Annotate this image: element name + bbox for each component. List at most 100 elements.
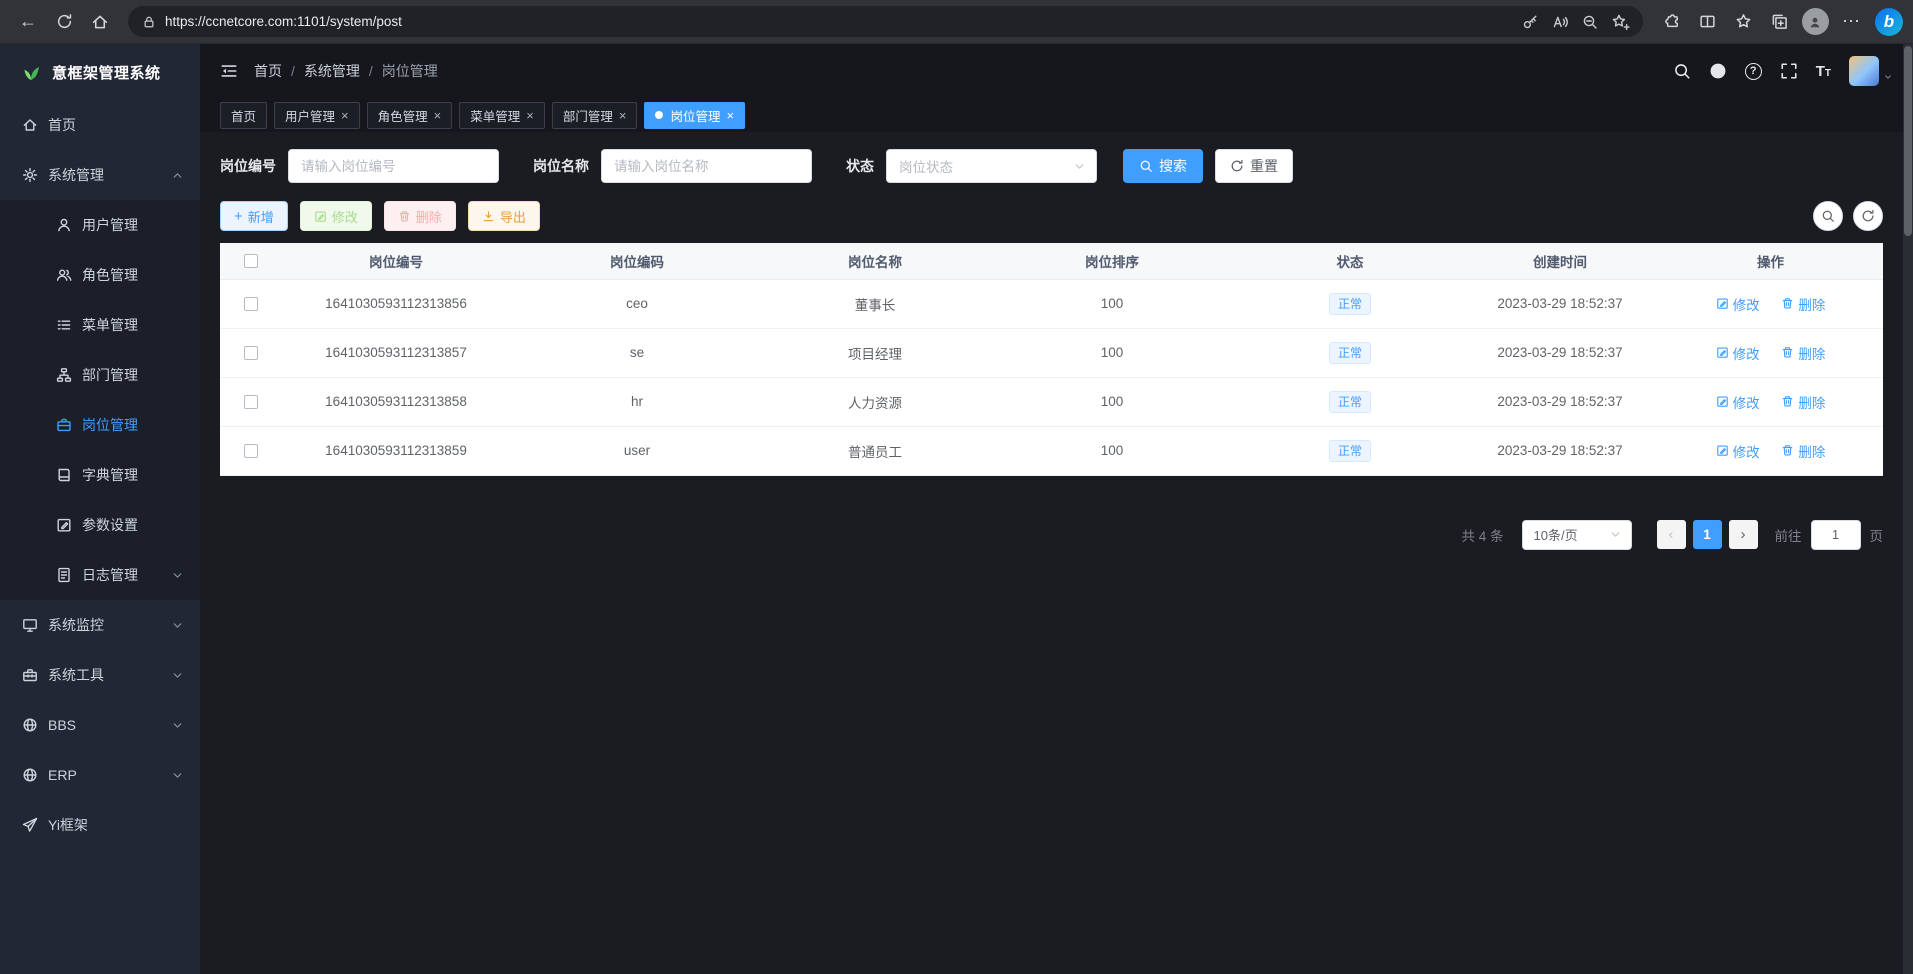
split-screen-button[interactable] bbox=[1689, 4, 1725, 40]
sidebar-item-posts[interactable]: 岗位管理 bbox=[0, 400, 200, 450]
tab-departments[interactable]: 部门管理 × bbox=[552, 102, 638, 129]
cell-created-time: 2023-03-29 18:52:37 bbox=[1462, 328, 1658, 377]
row-checkbox[interactable] bbox=[244, 444, 258, 458]
post-code-input[interactable] bbox=[288, 149, 499, 183]
bing-icon: b bbox=[1884, 12, 1894, 32]
row-delete-link[interactable]: 删除 bbox=[1781, 294, 1825, 314]
row-delete-link[interactable]: 删除 bbox=[1781, 441, 1825, 461]
sidebar: 意框架管理系统 首页 系统管理 用户管理 角色管理 bbox=[0, 44, 200, 974]
password-key-button[interactable] bbox=[1515, 7, 1545, 37]
toggle-search-button[interactable] bbox=[1813, 201, 1843, 231]
edit-icon bbox=[314, 210, 327, 223]
sidebar-toggle-button[interactable] bbox=[220, 62, 238, 80]
fullscreen-icon[interactable] bbox=[1780, 62, 1798, 80]
row-edit-link[interactable]: 修改 bbox=[1716, 343, 1760, 363]
sidebar-item-departments[interactable]: 部门管理 bbox=[0, 350, 200, 400]
bing-button[interactable]: b bbox=[1875, 8, 1903, 36]
extensions-button[interactable] bbox=[1653, 4, 1689, 40]
breadcrumb-home[interactable]: 首页 bbox=[254, 61, 282, 81]
row-edit-link[interactable]: 修改 bbox=[1716, 294, 1760, 314]
collections-button[interactable] bbox=[1761, 4, 1797, 40]
row-checkbox[interactable] bbox=[244, 297, 258, 311]
cell-post-sort: 100 bbox=[986, 377, 1238, 426]
browser-refresh-button[interactable] bbox=[46, 4, 82, 40]
breadcrumb-system[interactable]: 系统管理 bbox=[304, 61, 360, 81]
tab-users[interactable]: 用户管理 × bbox=[274, 102, 360, 129]
close-icon[interactable]: × bbox=[434, 109, 442, 122]
sidebar-item-tools[interactable]: 系统工具 bbox=[0, 650, 200, 700]
sidebar-item-home[interactable]: 首页 bbox=[0, 100, 200, 150]
row-checkbox[interactable] bbox=[244, 395, 258, 409]
sidebar-item-label: 菜单管理 bbox=[82, 315, 184, 335]
sidebar-item-roles[interactable]: 角色管理 bbox=[0, 250, 200, 300]
row-delete-link[interactable]: 删除 bbox=[1781, 343, 1825, 363]
read-aloud-button[interactable] bbox=[1545, 7, 1575, 37]
reset-button[interactable]: 重置 bbox=[1215, 149, 1293, 183]
github-icon[interactable] bbox=[1709, 62, 1727, 80]
goto-page-input[interactable] bbox=[1811, 520, 1861, 550]
browser-profile-button[interactable] bbox=[1797, 4, 1833, 40]
refresh-icon bbox=[56, 13, 73, 30]
tab-home[interactable]: 首页 bbox=[220, 102, 267, 129]
tab-roles[interactable]: 角色管理 × bbox=[367, 102, 453, 129]
delete-button[interactable]: 删除 bbox=[384, 201, 456, 231]
browser-back-button[interactable]: ← bbox=[10, 4, 46, 40]
favorites-button[interactable] bbox=[1725, 4, 1761, 40]
row-delete-link[interactable]: 删除 bbox=[1781, 392, 1825, 412]
page-size-select[interactable]: 10条/页 bbox=[1522, 520, 1632, 550]
sidebar-item-logs[interactable]: 日志管理 bbox=[0, 550, 200, 600]
help-icon[interactable]: ? bbox=[1745, 63, 1762, 80]
sidebar-item-bbs[interactable]: BBS bbox=[0, 700, 200, 750]
browser-menu-button[interactable]: ⋯ bbox=[1833, 4, 1869, 40]
sidebar-item-system[interactable]: 系统管理 bbox=[0, 150, 200, 200]
sidebar-item-yi-framework[interactable]: Yi框架 bbox=[0, 800, 200, 850]
key-icon bbox=[1522, 14, 1538, 30]
close-icon[interactable]: × bbox=[726, 109, 734, 122]
row-edit-label: 修改 bbox=[1733, 343, 1760, 363]
export-button[interactable]: 导出 bbox=[468, 201, 540, 231]
sidebar-item-dictionaries[interactable]: 字典管理 bbox=[0, 450, 200, 500]
zoom-button[interactable] bbox=[1575, 7, 1605, 37]
navbar: 首页 / 系统管理 / 岗位管理 ? TT bbox=[200, 44, 1913, 98]
search-icon bbox=[1139, 159, 1153, 173]
close-icon[interactable]: × bbox=[619, 109, 627, 122]
search-icon[interactable] bbox=[1673, 62, 1691, 80]
prev-page-button[interactable]: ‹ bbox=[1657, 520, 1686, 549]
sidebar-item-parameters[interactable]: 参数设置 bbox=[0, 500, 200, 550]
globe-icon bbox=[22, 767, 38, 783]
select-all-checkbox[interactable] bbox=[244, 254, 258, 268]
tab-menus[interactable]: 菜单管理 × bbox=[459, 102, 545, 129]
post-name-input[interactable] bbox=[601, 149, 812, 183]
status-select[interactable]: 岗位状态 bbox=[886, 149, 1097, 183]
sidebar-item-label: BBS bbox=[48, 717, 161, 733]
briefcase-icon bbox=[56, 417, 72, 433]
refresh-table-button[interactable] bbox=[1853, 201, 1883, 231]
scrollbar-thumb[interactable] bbox=[1904, 46, 1912, 236]
close-icon[interactable]: × bbox=[341, 109, 349, 122]
sidebar-item-menus[interactable]: 菜单管理 bbox=[0, 300, 200, 350]
cell-post-sort: 100 bbox=[986, 328, 1238, 377]
tab-posts[interactable]: 岗位管理 × bbox=[644, 102, 745, 129]
add-button[interactable]: + 新增 bbox=[220, 201, 288, 231]
browser-home-button[interactable] bbox=[82, 4, 118, 40]
user-menu[interactable] bbox=[1849, 56, 1893, 86]
sidebar-item-monitoring[interactable]: 系统监控 bbox=[0, 600, 200, 650]
close-icon[interactable]: × bbox=[526, 109, 534, 122]
search-button-label: 搜索 bbox=[1159, 156, 1187, 176]
page-scrollbar bbox=[1903, 44, 1913, 974]
edit-button[interactable]: 修改 bbox=[300, 201, 372, 231]
address-bar[interactable]: https://ccnetcore.com:1101/system/post bbox=[128, 6, 1643, 37]
font-size-icon[interactable]: TT bbox=[1816, 63, 1831, 80]
sidebar-item-erp[interactable]: ERP bbox=[0, 750, 200, 800]
search-button[interactable]: 搜索 bbox=[1123, 149, 1203, 183]
breadcrumb-separator: / bbox=[291, 63, 295, 79]
add-favorite-button[interactable] bbox=[1605, 7, 1635, 37]
next-page-button[interactable]: › bbox=[1729, 520, 1758, 549]
sidebar-item-users[interactable]: 用户管理 bbox=[0, 200, 200, 250]
row-edit-link[interactable]: 修改 bbox=[1716, 441, 1760, 461]
logo[interactable]: 意框架管理系统 bbox=[0, 44, 200, 100]
trash-icon bbox=[398, 210, 411, 223]
row-edit-link[interactable]: 修改 bbox=[1716, 392, 1760, 412]
page-1-button[interactable]: 1 bbox=[1693, 520, 1722, 549]
row-checkbox[interactable] bbox=[244, 346, 258, 360]
